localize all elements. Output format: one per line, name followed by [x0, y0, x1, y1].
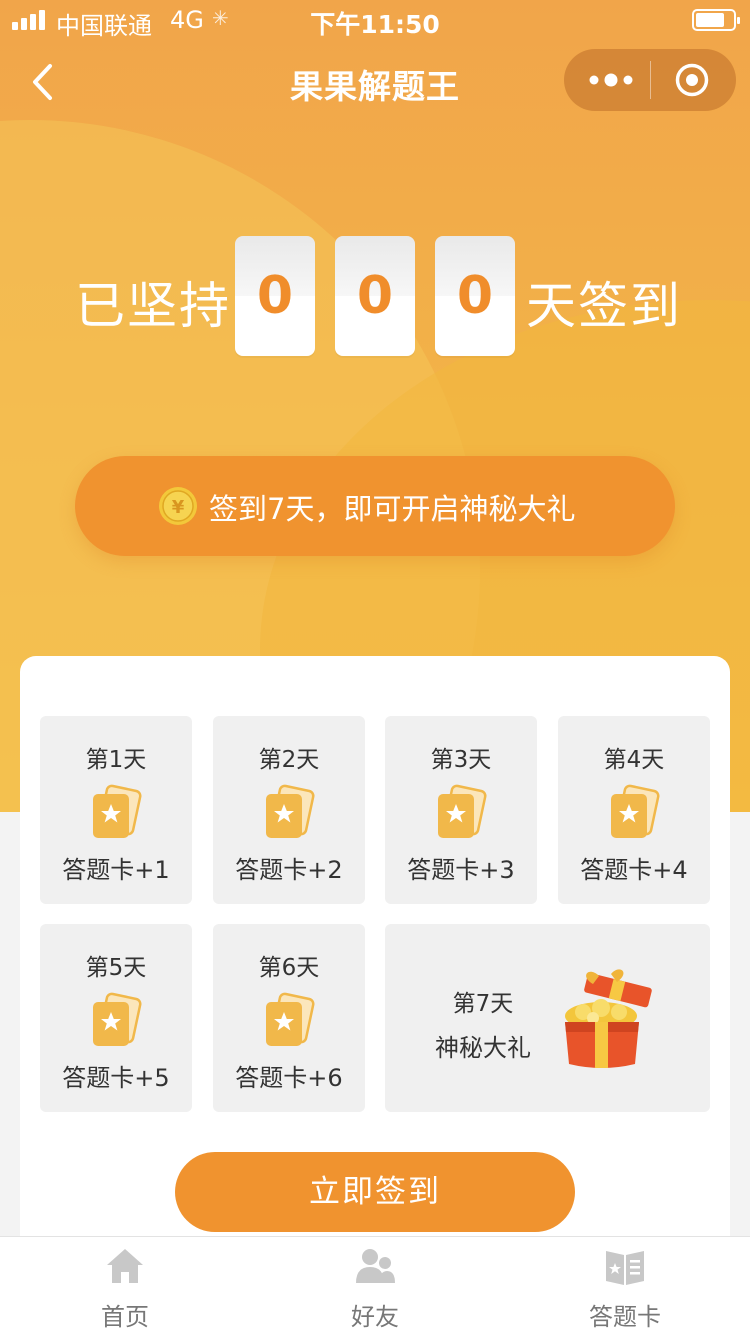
counter-prefix: 已坚持 [75, 277, 231, 335]
svg-text:¥: ¥ [172, 497, 185, 518]
day-label: 第2天 [258, 747, 320, 773]
gift-box-icon [565, 969, 652, 1068]
day-label: 第1天 [85, 747, 147, 773]
bottom-tab-bar: 首页 好友 答题卡 [0, 1236, 750, 1334]
capsule-divider [650, 61, 651, 99]
answer-card-icon [266, 992, 315, 1046]
tab-friends[interactable]: 好友 [250, 1237, 500, 1334]
day-reward: 答题卡+2 [235, 856, 343, 884]
checkin-card: 第1天 答题卡+1 第2天 答题卡+2 第3天 答题卡+3 第4天 答题卡+4 … [20, 656, 730, 1256]
day-label: 第7天 [452, 991, 514, 1017]
home-icon [107, 1249, 143, 1283]
close-miniprogram-icon[interactable] [674, 62, 710, 98]
day-cell-4: 第4天 答题卡+4 [558, 716, 710, 904]
reward-tip-banner: ¥ 签到7天，即可开启神秘大礼 [75, 456, 675, 556]
counter-suffix: 天签到 [526, 277, 682, 335]
more-dots-icon[interactable] [588, 67, 634, 93]
day-label: 第3天 [430, 747, 492, 773]
checkin-counter: 已坚持 0 0 0 天签到 [0, 236, 750, 358]
counter-digit: 0 [435, 236, 515, 356]
answer-card-icon [266, 784, 315, 838]
day-label: 第6天 [258, 955, 320, 981]
day-reward: 答题卡+5 [62, 1064, 170, 1092]
tab-home[interactable]: 首页 [0, 1237, 250, 1334]
tab-label: 好友 [351, 1303, 399, 1331]
reward-tip-text: 签到7天，即可开启神秘大礼 [209, 492, 576, 526]
day-reward: 答题卡+4 [580, 856, 688, 884]
day-cell-7: 第7天 神秘大礼 [385, 924, 710, 1112]
answer-card-icon [606, 1251, 644, 1285]
day-label: 第5天 [85, 955, 147, 981]
counter-digit: 0 [235, 236, 315, 356]
day-reward: 答题卡+6 [235, 1064, 343, 1092]
answer-card-icon [93, 784, 142, 838]
day-label: 第4天 [603, 747, 665, 773]
status-time: 下午11:50 [310, 10, 440, 39]
counter-digit: 0 [335, 236, 415, 356]
friends-icon [356, 1249, 395, 1283]
day-reward: 答题卡+1 [62, 856, 170, 884]
battery-icon [692, 9, 740, 31]
answer-card-icon [611, 784, 660, 838]
day-cell-2: 第2天 答题卡+2 [213, 716, 365, 904]
day-reward: 答题卡+3 [407, 856, 515, 884]
day-cell-5: 第5天 答题卡+5 [40, 924, 192, 1112]
answer-card-icon [438, 784, 487, 838]
checkin-page: 中国联通 4G ✳ 下午11:50 果果解题王 已坚持 0 0 0 天签到 ¥ … [0, 0, 750, 1334]
coin-icon: ¥ [159, 487, 197, 525]
day-reward: 神秘大礼 [435, 1034, 531, 1062]
tab-label: 答题卡 [589, 1303, 661, 1331]
day-cell-3: 第3天 答题卡+3 [385, 716, 537, 904]
miniprogram-capsule [564, 49, 736, 111]
tab-answer-card[interactable]: 答题卡 [500, 1237, 750, 1334]
tab-label: 首页 [101, 1303, 149, 1331]
day-cell-6: 第6天 答题卡+6 [213, 924, 365, 1112]
signin-button[interactable]: 立即签到 [175, 1152, 575, 1232]
navigation-bar: 果果解题王 [0, 40, 750, 128]
status-bar: 中国联通 4G ✳ 下午11:50 [0, 0, 750, 40]
answer-card-icon [93, 992, 142, 1046]
day-cell-1: 第1天 答题卡+1 [40, 716, 192, 904]
